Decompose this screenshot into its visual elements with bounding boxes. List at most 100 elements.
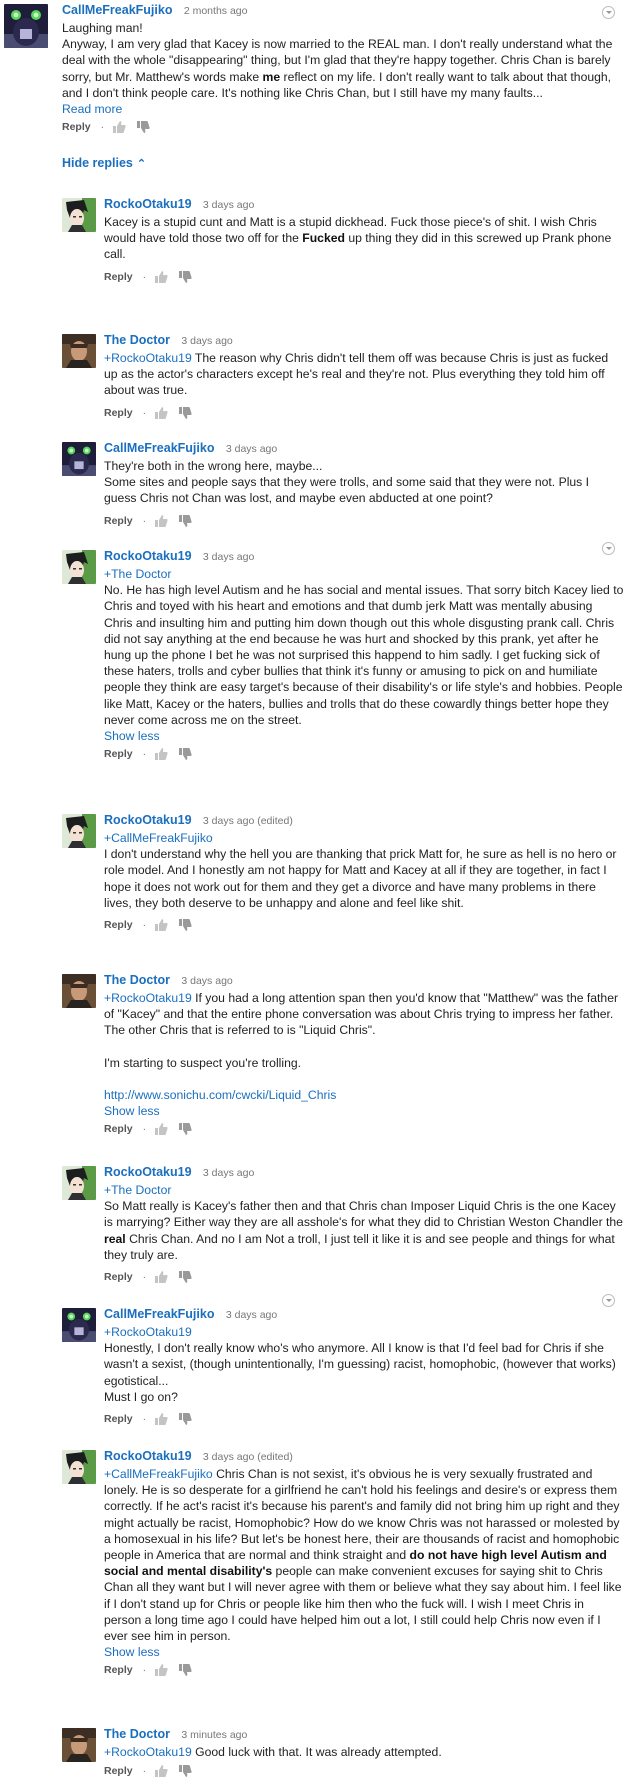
thumb-down-icon[interactable] [178, 918, 192, 932]
thumb-up-icon[interactable] [112, 120, 126, 134]
author-name[interactable]: RockoOtaku19 [104, 549, 192, 563]
comment-text: Kacey is a stupid cunt and Matt is a stu… [104, 215, 612, 262]
reply-button[interactable]: Reply [62, 121, 91, 133]
comment-body: CallMeFreakFujiko 2 months ago Laughing … [62, 2, 622, 135]
author-name[interactable]: RockoOtaku19 [104, 813, 192, 827]
thumb-up-icon[interactable] [154, 1270, 168, 1284]
show-less-link[interactable]: Show less [104, 1645, 624, 1659]
comment-actions: Reply · [104, 1662, 624, 1678]
thumb-down-icon[interactable] [178, 747, 192, 761]
reply-button[interactable]: Reply [104, 919, 133, 931]
thumb-down-icon[interactable] [178, 1412, 192, 1426]
comment-actions: Reply · [104, 1269, 624, 1285]
author-name[interactable]: RockoOtaku19 [104, 1449, 192, 1463]
read-more-link[interactable]: Read more [62, 102, 622, 116]
comment-time[interactable]: 3 days ago [203, 199, 254, 211]
external-link[interactable]: http://www.sonichu.com/cwcki/Liquid_Chri… [104, 1087, 624, 1103]
avatar[interactable] [62, 1166, 96, 1200]
thumb-down-icon[interactable] [178, 1764, 192, 1778]
avatar[interactable] [62, 334, 96, 368]
reply-button[interactable]: Reply [104, 407, 133, 419]
comment-actions: Reply · [104, 269, 624, 285]
mention-link[interactable]: +RockoOtaku19 [104, 991, 192, 1005]
comment-time[interactable]: 3 days ago [226, 1309, 277, 1321]
mention-link[interactable]: +CallMeFreakFujiko [104, 830, 624, 846]
mention-link[interactable]: +The Doctor [104, 566, 624, 582]
reply-button[interactable]: Reply [104, 271, 133, 283]
comment-text: +RockoOtaku19 The reason why Chris didn'… [104, 351, 609, 398]
avatar[interactable] [62, 198, 96, 232]
comment-text: +CallMeFreakFujiko I don't understand why… [104, 830, 624, 911]
comment-time[interactable]: 3 days ago [203, 551, 254, 563]
comment-body: The Doctor 3 days ago +RockoOtaku19 The … [104, 332, 624, 421]
reply-button[interactable]: Reply [104, 1123, 133, 1135]
author-name[interactable]: CallMeFreakFujiko [62, 3, 172, 17]
reply-button[interactable]: Reply [104, 1271, 133, 1283]
avatar[interactable] [62, 814, 96, 848]
show-less-link[interactable]: Show less [104, 729, 624, 743]
avatar[interactable] [62, 1450, 96, 1484]
comment-actions: Reply · [104, 1411, 624, 1427]
chevron-down-icon[interactable] [602, 1294, 615, 1307]
reply-button[interactable]: Reply [104, 1664, 133, 1676]
mention-link[interactable]: +RockoOtaku19 [104, 1324, 624, 1340]
author-name[interactable]: The Doctor [104, 973, 170, 987]
avatar[interactable] [4, 4, 48, 48]
reply-button[interactable]: Reply [104, 1413, 133, 1425]
thumb-down-icon[interactable] [178, 514, 192, 528]
reply-button[interactable]: Reply [104, 748, 133, 760]
chevron-down-icon[interactable] [602, 6, 615, 19]
comment-body: RockoOtaku19 3 days ago Kacey is a stupi… [104, 196, 624, 285]
author-name[interactable]: RockoOtaku19 [104, 1165, 192, 1179]
comment-time[interactable]: 3 days ago [181, 335, 232, 347]
avatar[interactable] [62, 550, 96, 584]
comment-actions: Reply · [62, 119, 622, 135]
chevron-down-icon[interactable] [602, 542, 615, 555]
thumb-up-icon[interactable] [154, 514, 168, 528]
thumb-up-icon[interactable] [154, 270, 168, 284]
comment-actions: Reply · [104, 405, 624, 421]
comment-time[interactable]: 3 minutes ago [181, 1729, 247, 1741]
avatar[interactable] [62, 442, 96, 476]
comment-time[interactable]: 3 days ago [181, 975, 232, 987]
thumb-up-icon[interactable] [154, 1122, 168, 1136]
thumb-up-icon[interactable] [154, 747, 168, 761]
comment-time[interactable]: 2 months ago [184, 5, 248, 17]
thumb-down-icon[interactable] [178, 406, 192, 420]
comment-time[interactable]: 3 days ago (edited) [203, 1451, 293, 1463]
author-name[interactable]: The Doctor [104, 333, 170, 347]
comment-time[interactable]: 3 days ago [203, 1167, 254, 1179]
avatar[interactable] [62, 974, 96, 1008]
reply-button[interactable]: Reply [104, 515, 133, 527]
mention-link[interactable]: +CallMeFreakFujiko [104, 1467, 213, 1481]
thumb-up-icon[interactable] [154, 1764, 168, 1778]
avatar[interactable] [62, 1728, 96, 1762]
hide-replies-button[interactable]: Hide replies ⌃ [62, 156, 146, 170]
thumb-down-icon[interactable] [178, 1122, 192, 1136]
author-name[interactable]: CallMeFreakFujiko [104, 1307, 214, 1321]
author-name[interactable]: The Doctor [104, 1727, 170, 1741]
comment-text: They're both in the wrong here, maybe...… [104, 459, 590, 506]
reply-button[interactable]: Reply [104, 1765, 133, 1777]
thumb-down-icon[interactable] [178, 1663, 192, 1677]
mention-link[interactable]: +RockoOtaku19 [104, 1745, 192, 1759]
thumb-up-icon[interactable] [154, 406, 168, 420]
avatar[interactable] [62, 1308, 96, 1342]
mention-link[interactable]: +The Doctor [104, 1182, 624, 1198]
author-name[interactable]: RockoOtaku19 [104, 197, 192, 211]
comment-body: The Doctor 3 days ago +RockoOtaku19 If y… [104, 972, 624, 1137]
thumb-up-icon[interactable] [154, 918, 168, 932]
mention-link[interactable]: +RockoOtaku19 [104, 351, 192, 365]
thumb-down-icon[interactable] [178, 1270, 192, 1284]
comment-text: +RockoOtaku19 If you had a long attentio… [104, 990, 624, 1103]
author-name[interactable]: CallMeFreakFujiko [104, 441, 214, 455]
thumb-down-icon[interactable] [178, 270, 192, 284]
thumb-down-icon[interactable] [136, 120, 150, 134]
comment-text: +RockoOtaku19 Honestly, I don't really kn… [104, 1324, 624, 1405]
comment-body: RockoOtaku19 3 days ago (edited) +CallMe… [104, 1448, 624, 1678]
show-less-link[interactable]: Show less [104, 1104, 624, 1118]
comment-time[interactable]: 3 days ago [226, 443, 277, 455]
thumb-up-icon[interactable] [154, 1412, 168, 1426]
comment-time[interactable]: 3 days ago (edited) [203, 815, 293, 827]
thumb-up-icon[interactable] [154, 1663, 168, 1677]
